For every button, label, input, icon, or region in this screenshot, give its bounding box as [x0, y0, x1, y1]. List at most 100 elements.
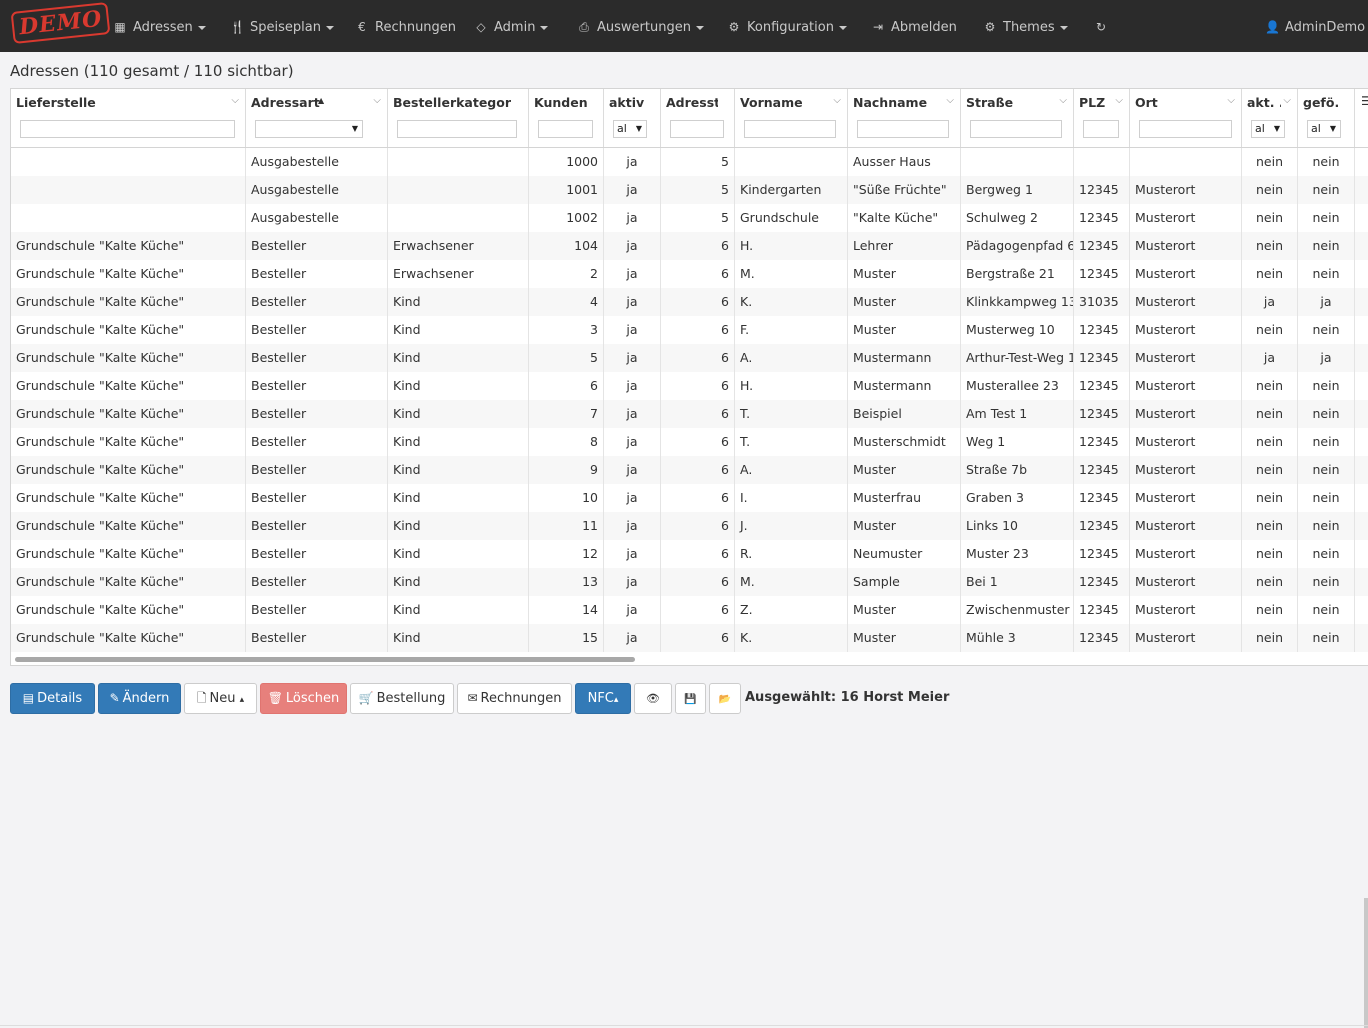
column-filter-input[interactable] — [538, 120, 593, 138]
table-cell: F. — [735, 316, 848, 344]
table-cell: Kind — [388, 428, 529, 456]
column-header[interactable]: Vorname ⌵ — [735, 89, 848, 147]
column-menu-icon[interactable]: ⌵ — [231, 95, 239, 106]
column-header[interactable]: Nachname ⌵ — [848, 89, 961, 147]
column-header[interactable]: Adressart ▲ ⌵ ▼ — [246, 89, 388, 147]
column-menu-icon[interactable]: ⌵ — [1115, 95, 1123, 106]
vertical-scrollbar[interactable] — [1364, 898, 1368, 1028]
nav-item-adressen[interactable]: ▦ Adressen — [113, 0, 206, 52]
table-row[interactable]: Grundschule "Kalte Küche" Besteller Kind 4 j… — [11, 288, 1368, 316]
nav-item-speiseplan[interactable]: 🍴 Speiseplan — [230, 0, 334, 52]
column-filter-input[interactable] — [744, 120, 836, 138]
column-filter-input[interactable] — [857, 120, 949, 138]
save-button[interactable]: 💾 — [675, 683, 706, 714]
column-menu-icon[interactable]: ⌵ — [1227, 95, 1235, 106]
table-row[interactable]: Grundschule "Kalte Küche" Besteller Erwach… — [11, 260, 1368, 288]
table-row[interactable]: Grundschule "Kalte Küche" Besteller Kind 8 j… — [11, 428, 1368, 456]
column-filter-input[interactable] — [397, 120, 517, 138]
user-icon: 👤 — [1265, 20, 1280, 34]
delete-button[interactable]: 🗑 Löschen — [260, 683, 347, 714]
table-cell: Musterort — [1130, 428, 1242, 456]
invoices-button[interactable]: ✉ Rechnungen — [457, 683, 572, 714]
column-header[interactable]: Adresst... — [661, 89, 735, 147]
nav-item-refresh[interactable]: ↻ — [1094, 0, 1114, 52]
column-header[interactable]: Ort ⌵ — [1130, 89, 1242, 147]
table-row[interactable]: Grundschule "Kalte Küche" Besteller Kind 6 j… — [11, 372, 1368, 400]
table-row[interactable]: Ausgabestelle 1002 ja 5 Grundschule "Kalte Kü… — [11, 204, 1368, 232]
table-row[interactable]: Grundschule "Kalte Küche" Besteller Kind 3 j… — [11, 316, 1368, 344]
table-cell: nein — [1242, 232, 1298, 260]
sort-asc-icon: ▲ — [318, 96, 325, 105]
column-filter-input[interactable] — [970, 120, 1062, 138]
table-cell: nein — [1298, 232, 1355, 260]
edit-button[interactable]: ✎ Ändern — [98, 683, 181, 714]
column-menu-icon[interactable]: ⌵ — [373, 95, 381, 106]
nfc-button[interactable]: NFC▴ — [575, 683, 631, 714]
nav-item-abmelden[interactable]: ⇥ Abmelden — [871, 0, 957, 52]
table-row[interactable]: Grundschule "Kalte Küche" Besteller Kind 15… — [11, 624, 1368, 652]
column-menu-icon[interactable]: ⌵ — [1059, 95, 1067, 106]
table-cell: M. — [735, 260, 848, 288]
column-header[interactable]: gefö... al ▼ — [1298, 89, 1355, 147]
table-cell: K. — [735, 288, 848, 316]
table-row[interactable]: Grundschule "Kalte Küche" Besteller Kind 13… — [11, 568, 1368, 596]
table-cell: nein — [1298, 400, 1355, 428]
column-header[interactable]: Lieferstelle ⌵ — [11, 89, 246, 147]
table-cell: nein — [1242, 260, 1298, 288]
nav-item-konfiguration[interactable]: ⚙ Konfiguration — [727, 0, 847, 52]
table-row[interactable]: Ausgabestelle 1001 ja 5 Kindergarten "Süße Fr… — [11, 176, 1368, 204]
open-button[interactable]: 📂 — [709, 683, 741, 714]
table-row[interactable]: Grundschule "Kalte Küche" Besteller Erwach… — [11, 232, 1368, 260]
nav-item-rechnungen[interactable]: € Rechnungen — [355, 0, 456, 52]
nav-item-themes[interactable]: ⚙ Themes — [983, 0, 1068, 52]
view-button[interactable]: 👁 — [634, 683, 672, 714]
column-filter-select[interactable]: al ▼ — [613, 120, 647, 138]
new-button[interactable]: 🗋 Neu ▴ — [184, 683, 257, 714]
horizontal-scrollbar[interactable] — [15, 657, 635, 662]
table-cell: 3 — [529, 316, 604, 344]
column-filter-input[interactable] — [1083, 120, 1119, 138]
table-cell: nein — [1242, 372, 1298, 400]
column-header[interactable]: Kunden... — [529, 89, 604, 147]
table-row[interactable]: Grundschule "Kalte Küche" Besteller Kind 9 j… — [11, 456, 1368, 484]
column-header[interactable]: aktiv... al ▼ — [604, 89, 661, 147]
user-menu[interactable]: 👤 AdminDemo — [1265, 0, 1365, 52]
table-cell: 12345 — [1074, 372, 1130, 400]
details-button[interactable]: ▤ Details — [10, 683, 95, 714]
column-filter-input[interactable] — [20, 120, 235, 138]
table-cell: Kind — [388, 512, 529, 540]
column-header[interactable]: Bestellerkategorie... — [388, 89, 529, 147]
table-row[interactable]: Grundschule "Kalte Küche" Besteller Kind 10… — [11, 484, 1368, 512]
column-header[interactable]: Straße ⌵ — [961, 89, 1074, 147]
table-cell — [11, 176, 246, 204]
grid-menu-button[interactable]: ☰ — [1355, 89, 1368, 147]
order-label: Bestellung — [376, 691, 446, 706]
table-cell: Grundschule "Kalte Küche" — [11, 484, 246, 512]
column-header[interactable]: PLZ ⌵ — [1074, 89, 1130, 147]
table-row[interactable]: Grundschule "Kalte Küche" Besteller Kind 14… — [11, 596, 1368, 624]
order-button[interactable]: 🛒 Bestellung — [350, 683, 454, 714]
table-row[interactable]: Grundschule "Kalte Küche" Besteller Kind 12… — [11, 540, 1368, 568]
table-row[interactable]: Grundschule "Kalte Küche" Besteller Kind 5 j… — [11, 344, 1368, 372]
table-cell: Musterort — [1130, 484, 1242, 512]
column-filter-select[interactable]: ▼ — [255, 120, 363, 138]
table-cell: nein — [1298, 176, 1355, 204]
nav-item-auswertungen[interactable]: ⎙ Auswertungen — [577, 0, 704, 52]
column-menu-icon[interactable]: ⌵ — [1283, 95, 1291, 106]
table-cell: 5 — [661, 204, 735, 232]
nav-item-admin[interactable]: ◇ Admin — [474, 0, 549, 52]
table-row[interactable]: Ausgabestelle 1000 ja 5 Ausser Haus nein nein — [11, 148, 1368, 176]
table-row[interactable]: Grundschule "Kalte Küche" Besteller Kind 7 j… — [11, 400, 1368, 428]
column-menu-icon[interactable]: ⌵ — [946, 95, 954, 106]
table-cell: 12345 — [1074, 260, 1130, 288]
table-cell: Ausgabestelle — [246, 176, 388, 204]
demo-logo[interactable]: DEMO — [10, 1, 111, 45]
column-filter-select[interactable]: al ▼ — [1307, 120, 1341, 138]
column-header[interactable]: akt. ...⌵ al ▼ — [1242, 89, 1298, 147]
column-menu-icon[interactable]: ⌵ — [833, 95, 841, 106]
column-filter-select[interactable]: al ▼ — [1251, 120, 1285, 138]
column-filter-input[interactable] — [670, 120, 724, 138]
column-filter-input[interactable] — [1139, 120, 1232, 138]
address-grid: Lieferstelle ⌵ Adressart ▲ ⌵ ▼ Bestellerkatego… — [10, 88, 1368, 666]
table-row[interactable]: Grundschule "Kalte Küche" Besteller Kind 11… — [11, 512, 1368, 540]
